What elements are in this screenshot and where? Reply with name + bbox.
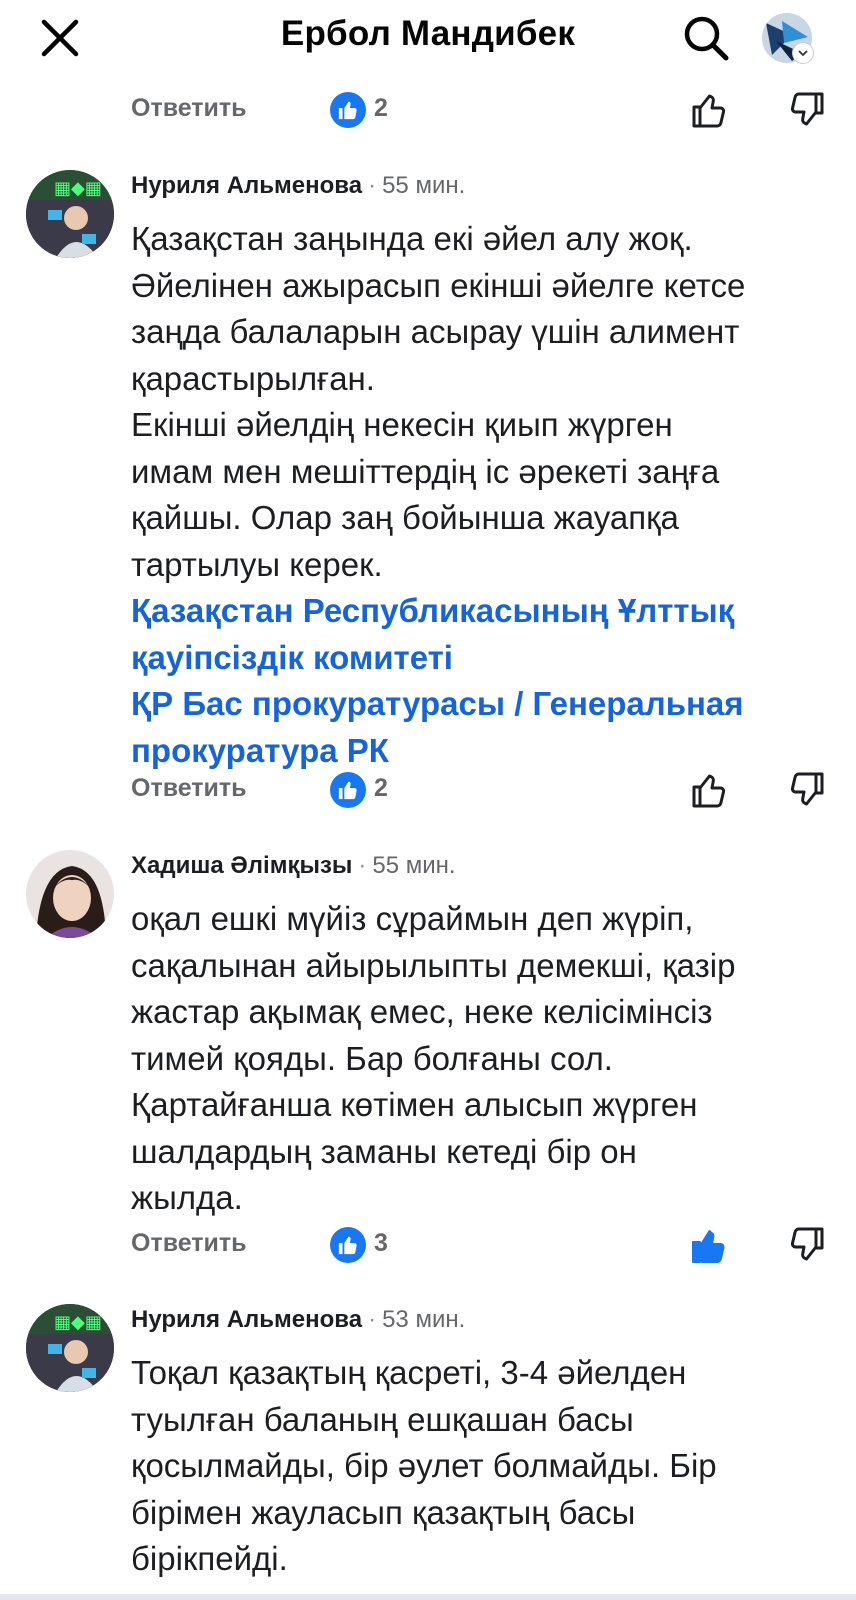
like-count: 2 xyxy=(374,94,388,122)
comment-line: қосылмайды, бір әулет болмайды. Бір xyxy=(131,1447,717,1484)
thumb-up-icon[interactable] xyxy=(688,88,732,132)
like-count: 3 xyxy=(374,1229,388,1257)
comment-line: сақалынан айырылыпты демекші, қазір xyxy=(131,946,736,984)
comment-author[interactable]: Хадиша Әлімқызы xyxy=(131,852,352,879)
comment-header: Хадиша Әлімқызы · 55 мин. xyxy=(131,852,456,880)
comment-line: оқал ешкі мүйіз сұраймын деп жүріп, xyxy=(131,900,694,937)
reply-button[interactable]: Ответить xyxy=(131,1229,247,1258)
thumb-up-filled-icon[interactable] xyxy=(688,1223,732,1267)
comment-line: бірімен жауласып қазақтың басы xyxy=(131,1493,636,1531)
mention-link[interactable]: Қазақстан Республикасының Ұлттық xyxy=(131,588,841,635)
thumb-up-icon[interactable] xyxy=(688,768,732,812)
reply-button[interactable]: Ответить xyxy=(131,94,247,123)
like-reaction-icon[interactable] xyxy=(330,1227,366,1263)
comment-header: Нуриля Альменова · 53 мин. xyxy=(131,1306,465,1334)
comment-line: Әйелінен ажырасып екінші әйелге кетсе xyxy=(131,266,746,304)
comment-author[interactable]: Нуриля Альменова xyxy=(131,172,362,199)
comment-time[interactable]: 55 мин. xyxy=(372,852,455,879)
mention-link[interactable]: қауіпсіздік комитеті xyxy=(131,635,841,682)
like-reaction-icon[interactable] xyxy=(330,772,366,808)
avatar[interactable]: ▦◆▦ xyxy=(26,1304,114,1392)
thumb-down-icon[interactable] xyxy=(784,1223,828,1267)
reply-button[interactable]: Ответить xyxy=(131,774,247,803)
comment-header: Нуриля Альменова · 55 мин. xyxy=(131,172,465,200)
comment-line: заңда балаларын асырау үшін алимент xyxy=(131,313,740,350)
mention-link[interactable]: ҚР Бас прокуратурасы / Генеральная xyxy=(131,681,841,728)
comment-actions: Ответить 2 xyxy=(0,80,856,140)
separator: · xyxy=(368,1306,377,1333)
comment-line: Қазақстан заңында екі әйел алу жоқ. xyxy=(131,220,693,257)
thumb-down-icon[interactable] xyxy=(784,768,828,812)
svg-text:▦◆▦: ▦◆▦ xyxy=(54,178,102,199)
comment-line: шалдардың заманы кетеді бір он xyxy=(131,1132,637,1170)
comment-time[interactable]: 53 мин. xyxy=(382,1306,465,1333)
thumb-down-icon[interactable] xyxy=(784,88,828,132)
comment-actions: Ответить 3 xyxy=(0,1215,856,1275)
comment-actions: Ответить 2 xyxy=(0,760,856,820)
comment-author[interactable]: Нуриля Альменова xyxy=(131,1306,362,1333)
search-icon[interactable] xyxy=(680,12,732,64)
comment-line: қайшы. Олар заң бойынша жауапқа xyxy=(131,499,679,536)
comment-body: Қазақстан заңында екі әйел алу жоқ. Әйел… xyxy=(131,216,841,774)
comment-line: бірікпейді. xyxy=(131,1540,288,1577)
comment-line: туылған баланың ешқашан басы xyxy=(131,1400,634,1438)
svg-text:▦◆▦: ▦◆▦ xyxy=(54,1312,102,1333)
chevron-down-icon[interactable] xyxy=(792,42,814,64)
comment-line: Тоқал қазақтың қасреті, 3-4 әйелден xyxy=(131,1354,687,1391)
comment-line: жастар ақымақ емес, неке келісімінсіз xyxy=(131,993,713,1030)
like-reaction-icon[interactable] xyxy=(330,92,366,128)
comment-body: Тоқал қазақтың қасреті, 3-4 әйелден туыл… xyxy=(131,1350,841,1583)
comment-line: Екінші әйелдің некесін қиып жүрген xyxy=(131,406,673,443)
comment-time[interactable]: 55 мин. xyxy=(382,172,465,199)
comment-line: қарастырылған. xyxy=(131,359,375,397)
comment-body: оқал ешкі мүйіз сұраймын деп жүріп, сақа… xyxy=(131,896,841,1222)
comment-line: Қартайғанша көтімен алысып жүрген xyxy=(131,1086,698,1123)
top-bar: Ербол Мандибек xyxy=(0,0,856,78)
comment-line: имам мен мешіттердің іс әрекеті заңға xyxy=(131,452,720,490)
divider xyxy=(0,1594,856,1600)
comment-line: тартылуы керек. xyxy=(131,545,383,583)
separator: · xyxy=(368,172,377,199)
like-count: 2 xyxy=(374,774,388,802)
separator: · xyxy=(358,852,367,879)
comment-line: тимей қояды. Бар болғаны сол. xyxy=(131,1039,613,1077)
avatar[interactable]: ▦◆▦ xyxy=(26,170,114,258)
avatar[interactable] xyxy=(26,850,114,938)
